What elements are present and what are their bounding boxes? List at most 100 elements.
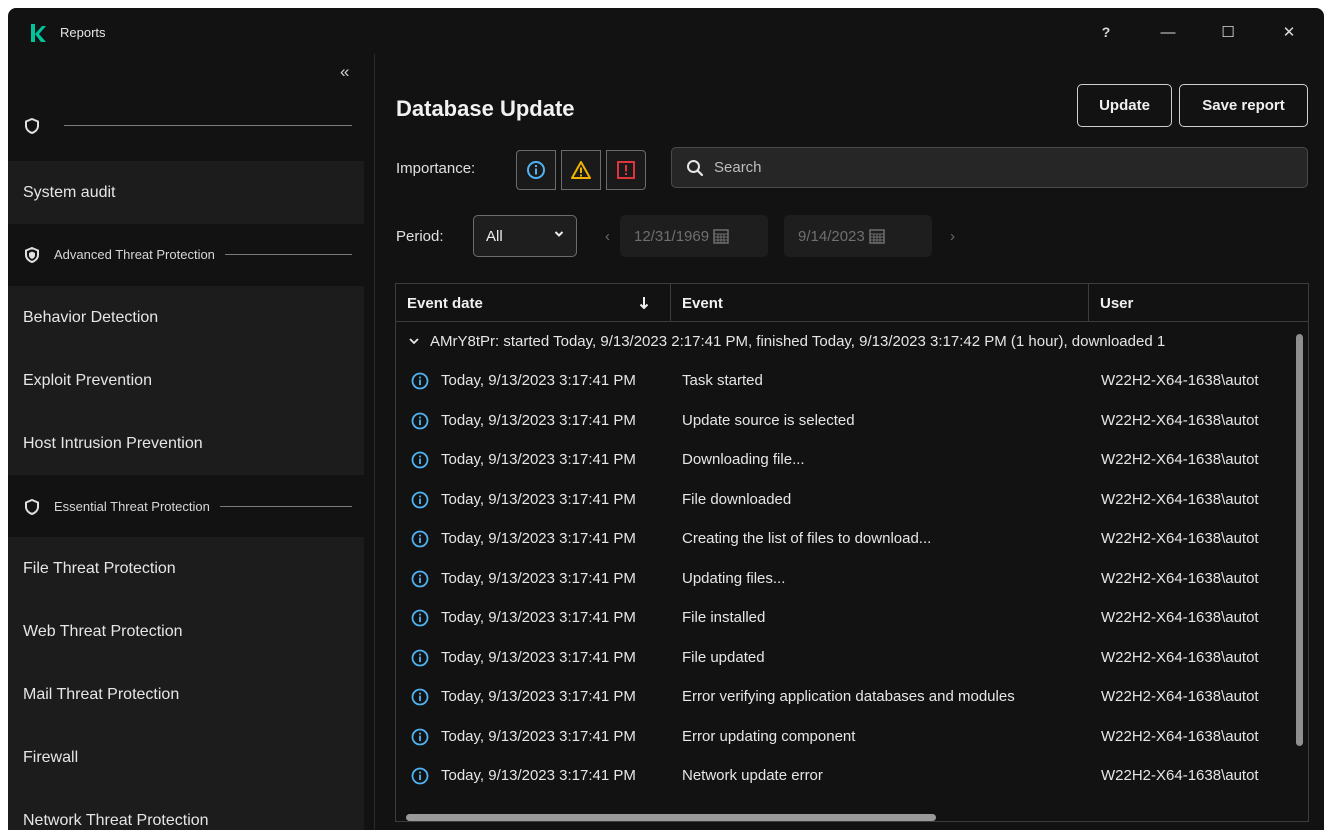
cell-user: W22H2-X64-1638\autot xyxy=(1101,648,1259,666)
info-icon xyxy=(411,491,429,508)
sidebar-group-label: Advanced Threat Protection xyxy=(54,247,215,262)
cell-event: File installed xyxy=(682,609,766,626)
update-button[interactable]: Update xyxy=(1077,84,1172,127)
importance-info-toggle[interactable] xyxy=(516,150,556,190)
date-to-field[interactable]: 9/14/2023 xyxy=(784,215,932,257)
cell-user: W22H2-X64-1638\autot xyxy=(1101,372,1259,389)
sidebar-item-label: Behavior Detection xyxy=(23,308,159,326)
cell-event: Update source is selected xyxy=(682,411,855,429)
period-label: Period: xyxy=(396,228,444,245)
previous-period-icon[interactable]: ‹ xyxy=(605,228,610,245)
group-divider xyxy=(224,254,352,255)
group-row[interactable]: AMrY8tPr: started Today, 9/13/2023 2:17:… xyxy=(396,322,1165,360)
maximize-button[interactable]: ☐ xyxy=(1213,18,1243,46)
importance-error-toggle[interactable] xyxy=(606,150,646,190)
table-row[interactable]: Today, 9/13/2023 3:17:41 PM Downloading f… xyxy=(396,440,1308,480)
cell-event: Creating the list of files to download..… xyxy=(682,530,932,547)
sidebar-item-label: Host Intrusion Prevention xyxy=(23,434,203,452)
shield-icon xyxy=(25,117,39,134)
cell-event-date: Today, 9/13/2023 3:17:41 PM xyxy=(441,451,636,468)
date-to-value: 9/14/2023 xyxy=(798,227,865,245)
page-title: Database Update xyxy=(396,96,575,121)
shield-advanced-icon xyxy=(25,246,39,263)
cell-event-date: Today, 9/13/2023 3:17:41 PM xyxy=(441,727,636,745)
column-header-label: User xyxy=(1100,294,1134,312)
search-input[interactable] xyxy=(714,159,1274,176)
sidebar-item-file-threat-protection[interactable]: File Threat Protection xyxy=(8,537,364,600)
next-period-icon[interactable]: › xyxy=(950,228,955,245)
close-button[interactable]: ✕ xyxy=(1274,18,1304,46)
sidebar-item-system-audit[interactable]: System audit xyxy=(8,161,364,224)
cell-event-date: Today, 9/13/2023 3:17:41 PM xyxy=(441,767,636,784)
sidebar-item-label: Firewall xyxy=(23,748,79,766)
info-icon xyxy=(411,451,429,469)
table-row[interactable]: Today, 9/13/2023 3:17:41 PM Update source… xyxy=(396,401,1308,441)
cell-user: W22H2-X64-1638\autot xyxy=(1101,569,1259,587)
sidebar-group-general xyxy=(8,94,364,157)
cell-event-date: Today, 9/13/2023 3:17:41 PM xyxy=(441,490,636,508)
shield-icon xyxy=(25,498,39,515)
period-select[interactable]: All xyxy=(473,215,577,257)
chevron-down-icon[interactable] xyxy=(408,336,420,346)
info-icon xyxy=(411,372,429,390)
table-row[interactable]: Today, 9/13/2023 3:17:41 PM File installe… xyxy=(396,598,1308,638)
importance-warning-toggle[interactable] xyxy=(561,150,601,190)
cell-event-date: Today, 9/13/2023 3:17:41 PM xyxy=(441,372,636,389)
period-select-value: All xyxy=(486,227,503,245)
cell-event: Updating files... xyxy=(682,569,786,587)
sidebar-item-host-intrusion-prevention[interactable]: Host Intrusion Prevention xyxy=(8,412,364,475)
info-icon xyxy=(411,767,429,785)
sidebar-item-web-threat-protection[interactable]: Web Threat Protection xyxy=(8,600,364,663)
table-row[interactable]: Today, 9/13/2023 3:17:41 PM Updating file… xyxy=(396,559,1308,599)
table-row[interactable]: Today, 9/13/2023 3:17:41 PM Task started W… xyxy=(396,361,1308,401)
cell-user: W22H2-X64-1638\autot xyxy=(1101,688,1259,705)
column-header-user[interactable]: User xyxy=(1089,284,1308,322)
cell-user: W22H2-X64-1638\autot xyxy=(1101,411,1259,429)
sidebar-item-label: Mail Threat Protection xyxy=(23,685,180,703)
date-from-field[interactable]: 12/31/1969 xyxy=(620,215,768,257)
column-header-event-date[interactable]: Event date xyxy=(396,284,670,322)
cell-event-date: Today, 9/13/2023 3:17:41 PM xyxy=(441,688,636,705)
info-icon xyxy=(411,412,429,429)
cell-user: W22H2-X64-1638\autot xyxy=(1101,530,1259,547)
cell-user: W22H2-X64-1638\autot xyxy=(1101,767,1259,784)
sidebar-item-label: Web Threat Protection xyxy=(23,622,183,640)
sidebar-item-exploit-prevention[interactable]: Exploit Prevention xyxy=(8,349,364,412)
table-vertical-scrollbar[interactable] xyxy=(1296,334,1303,746)
group-divider xyxy=(219,506,352,507)
search-box xyxy=(671,147,1308,188)
cell-user: W22H2-X64-1638\autot xyxy=(1101,609,1259,626)
table-row[interactable]: Today, 9/13/2023 3:17:41 PM Network updat… xyxy=(396,756,1308,796)
save-report-button[interactable]: Save report xyxy=(1179,84,1308,127)
sidebar-item-behavior-detection[interactable]: Behavior Detection xyxy=(8,286,364,349)
sort-descending-icon[interactable] xyxy=(639,296,649,310)
table-row[interactable]: Today, 9/13/2023 3:17:41 PM File download… xyxy=(396,480,1308,520)
cell-event: File downloaded xyxy=(682,490,792,508)
info-icon xyxy=(411,570,429,587)
table-row[interactable]: Today, 9/13/2023 3:17:41 PM Creating the … xyxy=(396,519,1308,559)
table-row[interactable]: Today, 9/13/2023 3:17:41 PM File updated W… xyxy=(396,638,1308,678)
cell-event-date: Today, 9/13/2023 3:17:41 PM xyxy=(441,648,636,666)
help-button[interactable]: ? xyxy=(1091,18,1121,46)
error-icon xyxy=(617,161,635,179)
sidebar-item-network-threat-protection[interactable]: Network Threat Protection xyxy=(8,789,364,830)
search-icon xyxy=(687,159,704,176)
sidebar-item-label: File Threat Protection xyxy=(23,559,176,577)
cell-event: File updated xyxy=(682,648,765,666)
sidebar-item-mail-threat-protection[interactable]: Mail Threat Protection xyxy=(8,663,364,726)
cell-user: W22H2-X64-1638\autot xyxy=(1101,451,1259,468)
table-horizontal-scrollbar[interactable] xyxy=(406,814,936,821)
table-header: Event date Event User xyxy=(396,284,1308,322)
warning-icon xyxy=(571,161,591,179)
minimize-button[interactable]: — xyxy=(1153,18,1183,46)
sidebar-item-firewall[interactable]: Firewall xyxy=(8,726,364,789)
table-row[interactable]: Today, 9/13/2023 3:17:41 PM Error updatin… xyxy=(396,717,1308,757)
column-header-event[interactable]: Event xyxy=(671,284,1087,322)
collapse-sidebar-icon[interactable]: « xyxy=(340,62,350,82)
cell-event-date: Today, 9/13/2023 3:17:41 PM xyxy=(441,609,636,626)
table-row[interactable]: Today, 9/13/2023 3:17:41 PM Error verifyi… xyxy=(396,677,1308,717)
cell-event-date: Today, 9/13/2023 3:17:41 PM xyxy=(441,411,636,429)
column-header-label: Event date xyxy=(407,294,483,312)
kaspersky-logo xyxy=(31,24,46,42)
sidebar-item-label: System audit xyxy=(23,183,116,201)
